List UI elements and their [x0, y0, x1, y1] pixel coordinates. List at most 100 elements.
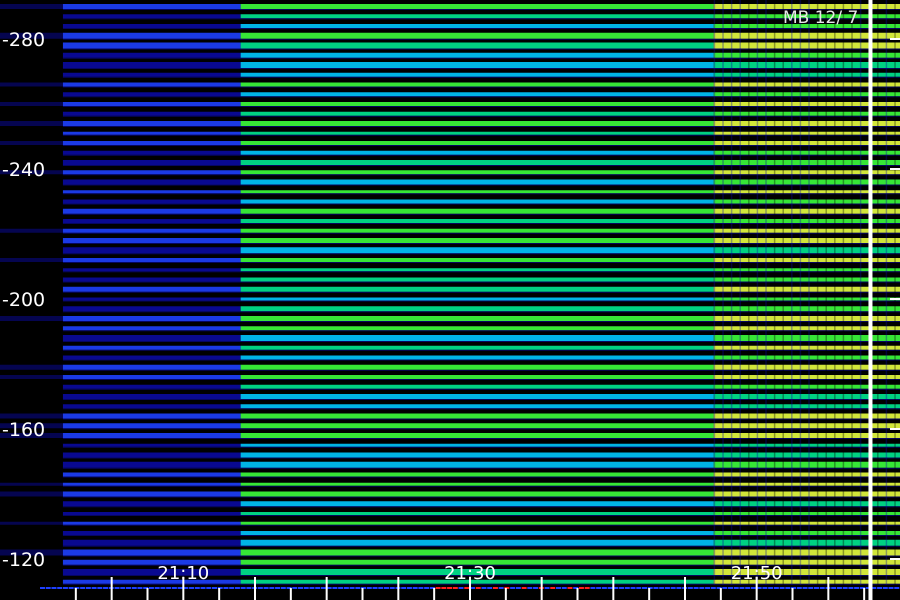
striation	[791, 0, 793, 585]
noise-speckle	[773, 587, 779, 589]
spectral-band	[62, 355, 241, 360]
striation	[851, 0, 853, 585]
spectral-band	[240, 32, 714, 39]
noise-speckle	[406, 587, 412, 589]
x-tick-mark	[648, 588, 651, 600]
spectral-band	[240, 461, 714, 468]
noise-speckle	[584, 587, 590, 589]
noise-speckle	[160, 587, 166, 589]
noise-speckle	[745, 587, 751, 589]
spectral-band	[0, 521, 63, 525]
x-tick-mark	[254, 577, 256, 600]
noise-speckle	[510, 587, 516, 589]
x-tick-label: 21:10	[157, 563, 209, 584]
striation	[722, 0, 724, 585]
x-tick-mark	[289, 588, 292, 600]
noise-speckle	[137, 587, 143, 589]
noise-speckle	[728, 587, 733, 589]
noise-speckle	[378, 587, 384, 589]
spectral-band	[240, 521, 714, 525]
noise-speckle	[670, 587, 676, 589]
spectral-band	[62, 335, 241, 341]
spectral-band	[62, 569, 241, 575]
spectral-band	[240, 482, 714, 486]
noise-speckle	[269, 587, 275, 589]
spectral-band	[240, 4, 714, 9]
noise-speckle	[194, 587, 200, 589]
spectral-band	[62, 199, 241, 204]
x-tick-mark	[576, 588, 579, 600]
spectral-band	[240, 238, 714, 243]
noise-speckle	[854, 587, 860, 589]
spectral-band	[240, 102, 714, 106]
x-tick-mark	[684, 577, 686, 600]
spectral-band	[0, 4, 63, 9]
spectral-band	[62, 92, 241, 97]
striation	[842, 0, 845, 585]
spectral-band	[0, 82, 63, 87]
noise-speckle	[389, 587, 395, 589]
noise-speckle	[418, 587, 424, 589]
x-tick-mark	[325, 577, 328, 600]
noise-speckle	[355, 587, 361, 589]
noise-speckle	[676, 587, 682, 589]
x-tick-mark	[612, 577, 615, 600]
spectral-band	[240, 199, 714, 204]
noise-speckle	[492, 587, 498, 589]
spectral-band	[62, 579, 241, 584]
noise-speckle	[762, 587, 768, 589]
noise-speckle	[280, 587, 286, 589]
spectral-band	[62, 539, 241, 546]
spectral-band	[240, 92, 714, 97]
spectral-band	[0, 141, 63, 145]
noise-speckle	[103, 587, 109, 589]
noise-speckle	[435, 587, 441, 589]
noise-speckle	[148, 587, 154, 589]
noise-speckle	[372, 587, 378, 589]
spectral-band	[240, 62, 714, 68]
noise-speckle	[561, 587, 567, 589]
y-tick-mark-right	[890, 558, 900, 560]
noise-speckle	[246, 587, 252, 589]
noise-speckle	[223, 587, 229, 589]
noise-speckle	[120, 587, 126, 589]
spectral-band	[62, 549, 241, 556]
noise-speckle	[882, 587, 888, 589]
spectral-band	[0, 364, 63, 370]
spectral-band	[62, 24, 241, 28]
noise-speckle	[200, 587, 206, 589]
spectral-band	[240, 228, 714, 233]
noise-speckle	[624, 587, 630, 589]
spectral-band	[62, 258, 241, 262]
noise-speckle	[819, 587, 825, 589]
spectral-band	[62, 170, 241, 175]
noise-speckle	[447, 587, 453, 589]
noise-speckle	[768, 587, 774, 589]
spectral-band	[240, 316, 714, 321]
noise-speckle	[831, 587, 837, 589]
time-marker-line	[868, 0, 873, 600]
noise-speckle	[257, 587, 263, 589]
noise-speckle	[85, 587, 91, 589]
spectral-band	[62, 297, 241, 301]
noise-speckle	[441, 587, 447, 589]
noise-speckle	[424, 587, 430, 589]
noise-speckle	[131, 587, 137, 589]
x-tick-mark	[540, 577, 543, 600]
x-tick-mark	[719, 588, 722, 600]
spectral-band	[62, 228, 241, 233]
x-tick-mark	[433, 588, 436, 600]
noise-speckle	[739, 587, 745, 589]
noise-speckle	[848, 587, 854, 589]
noise-speckle	[384, 587, 389, 589]
noise-speckle	[544, 587, 550, 589]
noise-speckle	[630, 587, 636, 589]
spectral-band	[62, 491, 241, 497]
spectral-band	[240, 131, 714, 135]
spectral-band	[240, 219, 714, 223]
spectral-band	[62, 472, 241, 477]
striation	[816, 0, 819, 585]
spectral-band	[62, 238, 241, 243]
noise-speckle	[877, 587, 883, 589]
noise-speckle	[722, 587, 728, 589]
